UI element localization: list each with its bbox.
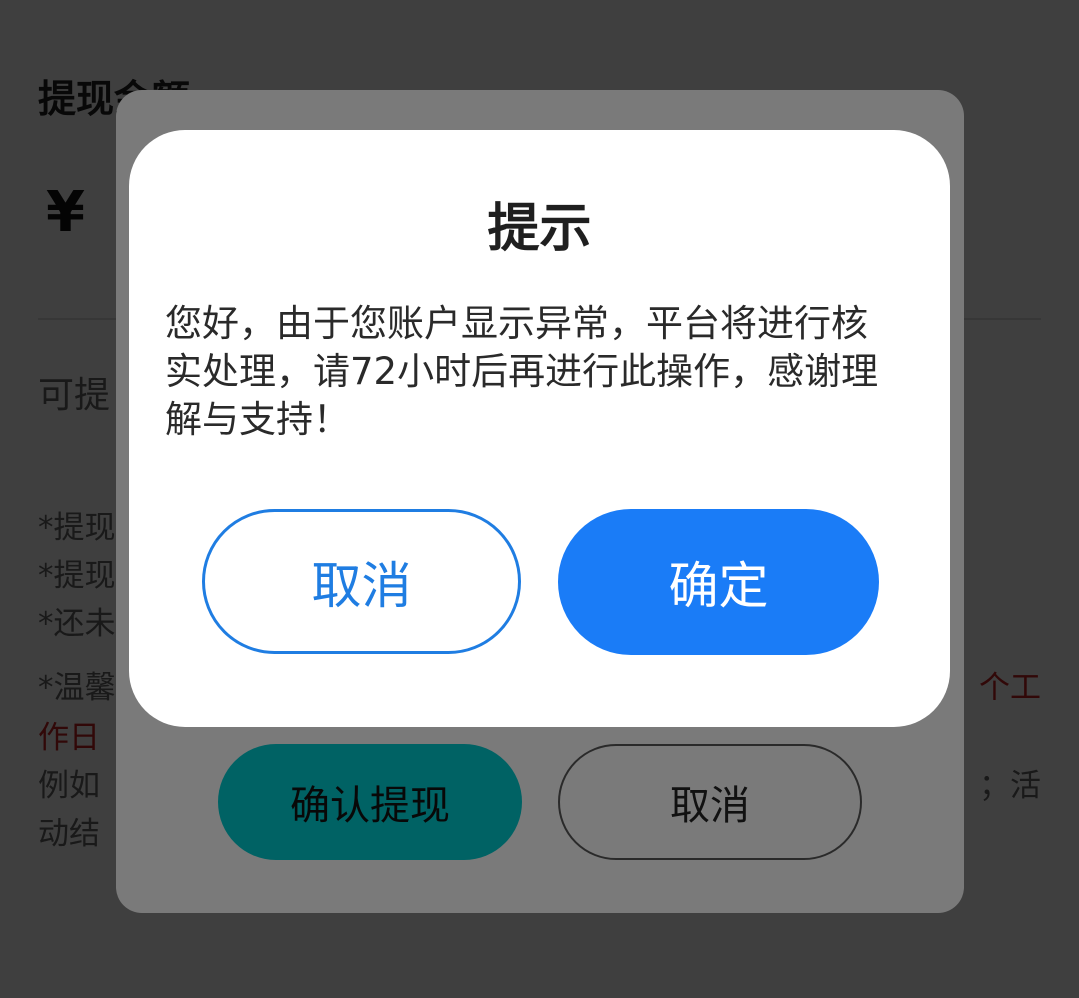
dialog-message: 您好，由于您账户显示异常，平台将进行核实处理，请72小时后再进行此操作，感谢理解… [165, 302, 879, 441]
dialog-cancel-button[interactable]: 取消 [202, 509, 521, 654]
dialog-title: 提示 [487, 199, 592, 259]
dialog-ok-button[interactable]: 确定 [558, 509, 879, 655]
